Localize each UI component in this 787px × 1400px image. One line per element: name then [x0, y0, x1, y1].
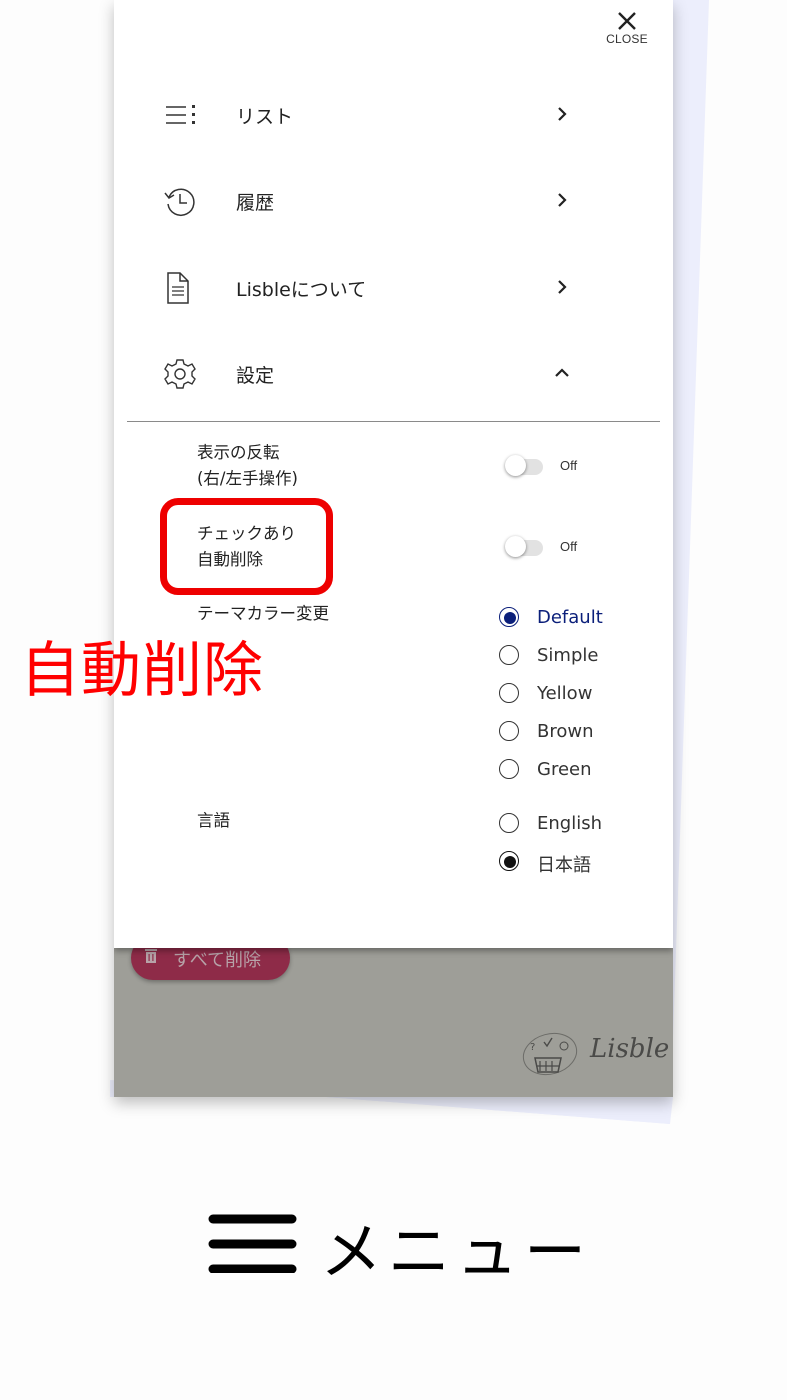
radio-label: Brown: [537, 721, 594, 742]
radio-circle: [499, 813, 519, 833]
flip-display-toggle[interactable]: [505, 455, 545, 477]
flip-display-label-line2: (右/左手操作): [197, 469, 298, 488]
language-label: 言語: [197, 811, 230, 830]
radio-label: 日本語: [537, 855, 591, 876]
radio-label: English: [537, 813, 602, 834]
hamburger-menu-icon: [208, 1214, 297, 1273]
language-radio-english[interactable]: English: [497, 809, 657, 839]
delete-all-label: すべて削除: [173, 950, 262, 971]
language-radio-japanese[interactable]: 日本語: [497, 847, 657, 877]
auto-delete-toggle[interactable]: [505, 536, 545, 558]
theme-radio-yellow[interactable]: Yellow: [497, 679, 657, 709]
toggle-knob: [505, 455, 526, 476]
radio-label: Default: [537, 607, 603, 628]
radio-circle: [499, 645, 519, 665]
flip-display-state: Off: [560, 458, 578, 473]
chevron-right-icon: [558, 280, 567, 294]
svg-text:?: ?: [530, 1042, 535, 1053]
radio-circle: [499, 683, 519, 703]
menu-item-label: 履歴: [236, 192, 275, 214]
auto-delete-highlight-box: [160, 498, 333, 595]
settings-divider: [127, 421, 660, 422]
lisble-logo: ? Lisble: [520, 1028, 670, 1083]
menu-item-label: 設定: [236, 365, 275, 387]
radio-circle: [499, 759, 519, 779]
radio-circle: [499, 851, 519, 871]
chevron-right-icon: [558, 193, 567, 207]
logo-text: Lisble: [590, 1034, 670, 1064]
list-icon: [166, 105, 195, 124]
menu-item-settings[interactable]: 設定: [114, 343, 673, 403]
document-icon: [167, 272, 189, 304]
menu-item-label: リスト: [236, 106, 294, 128]
radio-label: Simple: [537, 645, 599, 666]
radio-circle: [499, 607, 519, 627]
menu-item-about[interactable]: Lisbleについて: [114, 257, 673, 317]
radio-label: Yellow: [537, 683, 593, 704]
close-icon: [618, 12, 636, 30]
auto-delete-callout: 自動削除: [20, 636, 264, 706]
theme-radio-green[interactable]: Green: [497, 755, 657, 785]
trash-icon: [145, 949, 157, 963]
close-button[interactable]: CLOSE: [600, 10, 654, 58]
gear-icon: [164, 359, 196, 389]
basket-logo-icon: ?: [522, 1032, 578, 1076]
close-label: CLOSE: [606, 32, 648, 46]
menu-caption-text: メニュー: [320, 1215, 593, 1288]
auto-delete-state: Off: [560, 539, 578, 554]
flip-display-label-line1: 表示の反転: [197, 443, 280, 462]
radio-circle: [499, 721, 519, 741]
radio-dot: [504, 612, 516, 624]
menu-item-label: Lisbleについて: [236, 279, 367, 301]
navigation-drawer: CLOSE リスト 履歴 Lisbleについて 設定 表示の反転 (右/左手操作…: [114, 0, 673, 948]
toggle-knob: [505, 536, 526, 557]
menu-item-history[interactable]: 履歴: [114, 170, 673, 230]
flip-display-label: 表示の反転 (右/左手操作): [197, 440, 298, 492]
theme-radio-default[interactable]: Default: [497, 603, 657, 633]
radio-label: Green: [537, 759, 592, 780]
radio-dot: [504, 856, 516, 868]
history-icon: [164, 188, 195, 216]
menu-item-list[interactable]: リスト: [114, 84, 673, 144]
chevron-right-icon: [558, 107, 567, 121]
theme-radio-brown[interactable]: Brown: [497, 717, 657, 747]
theme-radio-simple[interactable]: Simple: [497, 641, 657, 671]
chevron-up-icon: [555, 368, 569, 377]
